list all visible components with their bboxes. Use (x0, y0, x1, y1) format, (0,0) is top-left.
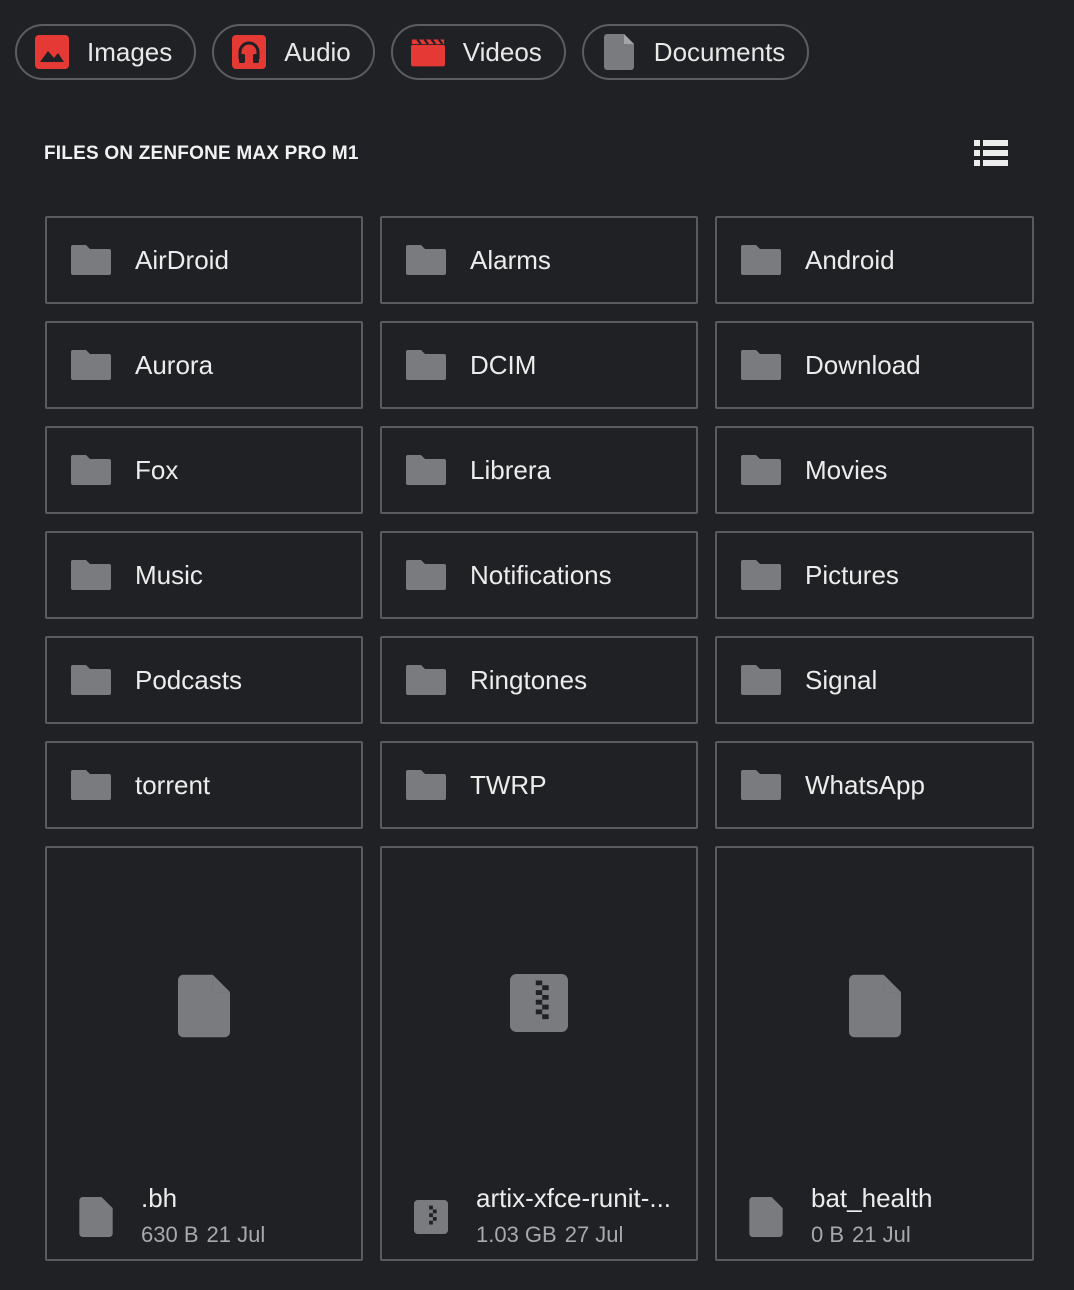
chip-documents[interactable]: Documents (581, 24, 810, 80)
folder-name: Fox (135, 454, 179, 485)
file-name: artix-xfce-runit-... (476, 1183, 672, 1213)
chip-videos[interactable]: Videos (390, 24, 566, 80)
file-meta: .bh 630 B 21 Jul (79, 1183, 347, 1248)
folder-icon (741, 770, 781, 800)
chip-label: Images (87, 36, 173, 67)
folder-icon (406, 245, 446, 275)
folder-alarms[interactable]: Alarms (380, 216, 698, 304)
folder-twrp[interactable]: TWRP (380, 741, 698, 829)
file-icon (749, 1197, 783, 1237)
folder-name: Android (805, 244, 895, 275)
file-details: 0 B 21 Jul (811, 1222, 932, 1248)
section-title: FILES ON ZENFONE MAX PRO M1 (44, 143, 359, 164)
file-icon (717, 974, 1032, 1038)
file-date: 27 Jul (564, 1222, 624, 1247)
folder-icon (406, 455, 446, 485)
folder-movies[interactable]: Movies (715, 426, 1034, 514)
chip-label: Documents (653, 36, 786, 67)
folder-icon (71, 665, 111, 695)
folder-ringtones[interactable]: Ringtones (380, 636, 698, 724)
folder-name: Download (805, 349, 921, 380)
folder-android[interactable]: Android (715, 216, 1034, 304)
folder-icon (741, 245, 781, 275)
folder-dcim[interactable]: DCIM (380, 321, 698, 409)
folder-name: torrent (135, 769, 211, 800)
archive-icon (414, 1200, 448, 1234)
file-icon (47, 974, 361, 1038)
chip-audio[interactable]: Audio (212, 24, 375, 80)
folder-icon (741, 665, 781, 695)
folder-download[interactable]: Download (715, 321, 1034, 409)
folder-icon (406, 560, 446, 590)
folder-airdroid[interactable]: AirDroid (45, 216, 363, 304)
folder-name: Signal (805, 664, 878, 695)
folder-name: Alarms (470, 244, 551, 275)
folder-torrent[interactable]: torrent (45, 741, 363, 829)
chip-images[interactable]: Images (15, 24, 197, 80)
folder-fox[interactable]: Fox (45, 426, 363, 514)
folder-icon (406, 665, 446, 695)
folder-pictures[interactable]: Pictures (715, 531, 1034, 619)
folder-music[interactable]: Music (45, 531, 363, 619)
folder-notifications[interactable]: Notifications (380, 531, 698, 619)
headphones-icon (232, 35, 267, 69)
folder-icon (71, 245, 111, 275)
file-details: 1.03 GB 27 Jul (476, 1222, 671, 1248)
folder-icon (741, 455, 781, 485)
clapperboard-icon (410, 35, 445, 69)
folder-icon (71, 560, 111, 590)
folder-icon (741, 350, 781, 380)
folder-name: AirDroid (135, 244, 229, 275)
list-view-icon[interactable] (974, 138, 1008, 168)
category-chips: Images Audio Videos Documents (15, 24, 810, 80)
file-card[interactable]: bat_health 0 B 21 Jul (715, 846, 1034, 1261)
folder-grid: AirDroid Alarms Android Aurora DCIM Download F… (45, 216, 1034, 829)
file-meta: bat_health 0 B 21 Jul (749, 1183, 1018, 1248)
folder-name: Movies (805, 454, 888, 485)
file-card[interactable]: artix-xfce-runit-... 1.03 GB 27 Jul (380, 846, 698, 1261)
folder-whatsapp[interactable]: WhatsApp (715, 741, 1034, 829)
folder-icon (71, 770, 111, 800)
file-size: 0 B (811, 1222, 845, 1247)
file-card[interactable]: .bh 630 B 21 Jul (45, 846, 363, 1261)
folder-signal[interactable]: Signal (715, 636, 1034, 724)
file-size: 1.03 GB (476, 1222, 557, 1247)
folder-librera[interactable]: Librera (380, 426, 698, 514)
folder-icon (71, 455, 111, 485)
file-name: .bh (141, 1183, 178, 1213)
folder-icon (406, 350, 446, 380)
document-icon (602, 34, 636, 70)
file-size: 630 B (141, 1222, 199, 1247)
file-details: 630 B 21 Jul (141, 1222, 265, 1248)
folder-name: Music (135, 559, 203, 590)
folder-icon (741, 560, 781, 590)
folder-name: Podcasts (135, 664, 242, 695)
file-meta: artix-xfce-runit-... 1.03 GB 27 Jul (414, 1183, 682, 1248)
archive-icon (382, 974, 696, 1032)
folder-aurora[interactable]: Aurora (45, 321, 363, 409)
folder-icon (406, 770, 446, 800)
folder-name: WhatsApp (805, 769, 925, 800)
chip-label: Videos (462, 36, 542, 67)
folder-name: Aurora (135, 349, 214, 380)
folder-name: TWRP (470, 769, 547, 800)
file-grid: .bh 630 B 21 Jul artix-xfce-runit-... 1.0… (45, 846, 1034, 1261)
folder-name: DCIM (470, 349, 537, 380)
chip-label: Audio (284, 36, 351, 67)
folder-name: Pictures (805, 559, 899, 590)
folder-name: Ringtones (470, 664, 588, 695)
file-name: bat_health (811, 1183, 933, 1213)
file-icon (79, 1197, 113, 1237)
image-icon (35, 35, 69, 69)
folder-name: Librera (470, 454, 551, 485)
file-date: 21 Jul (206, 1222, 266, 1247)
file-date: 21 Jul (852, 1222, 911, 1247)
folder-name: Notifications (470, 559, 612, 590)
folder-icon (71, 350, 111, 380)
folder-podcasts[interactable]: Podcasts (45, 636, 363, 724)
